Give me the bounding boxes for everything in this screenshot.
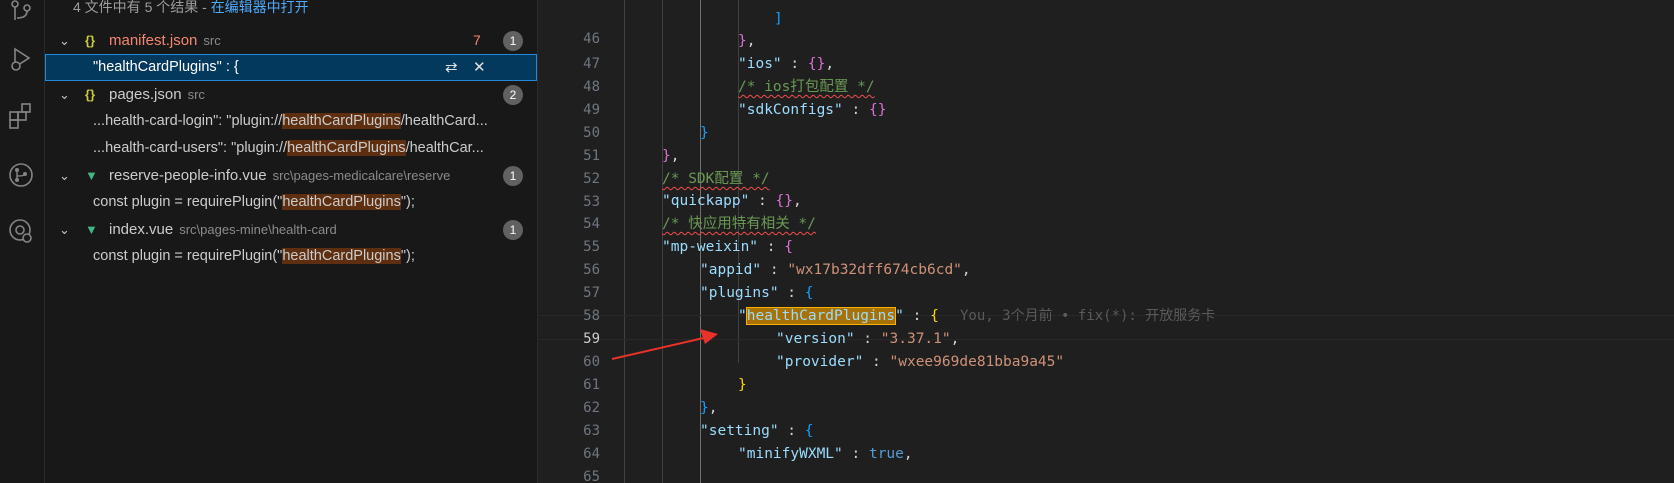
match-row[interactable]: const plugin = requirePlugin("healthCard… [45, 189, 537, 216]
vue-file-icon: ▼ [85, 168, 98, 183]
match-count-badge: 1 [503, 31, 523, 51]
source-control-icon[interactable] [0, 0, 44, 32]
match-count-badge: 2 [503, 85, 523, 105]
json-value: "wx17b32dff674cb6cd" [787, 262, 962, 278]
code-line: 56 "mp-weixin" : { [538, 236, 1674, 278]
json-key: "ios" [738, 56, 782, 72]
chevron-down-icon[interactable]: ⌄ [59, 162, 75, 189]
chevron-down-icon[interactable]: ⌄ [59, 216, 75, 243]
file-result-index-vue[interactable]: ⌄ ▼ index.vue src\pages-mine\health-card … [45, 216, 537, 243]
file-result-reserve-people-info[interactable]: ⌄ ▼ reserve-people-info.vue src\pages-med… [45, 162, 537, 189]
match-highlight: healthCardPlugins [98, 59, 217, 75]
find-match-highlight: healthCardPlugins [745, 307, 897, 325]
json-key: "setting" [700, 423, 779, 439]
code-line: 49 /* ios打包配置 */ [538, 76, 1674, 118]
search-results-panel: 4 文件中有 5 个结果 - 在编辑器中打开 ⌄ {} manifest.jso… [45, 0, 538, 483]
match-row[interactable]: ...health-card-login": "plugin://healthC… [45, 108, 537, 135]
match-row[interactable]: "healthCardPlugins" : { ⇄ ✕ [45, 54, 537, 81]
json-key: "sdkConfigs" [738, 102, 843, 118]
file-path: src [187, 87, 205, 102]
json-key: "version" [776, 331, 855, 347]
code-comment: /* ios打包配置 */ [738, 79, 875, 95]
code-editor[interactable]: 46 ] 47 }, 48 "ios" : {}, 49 /* ios打包配置 … [538, 0, 1674, 483]
match-row[interactable]: ...health-card-users": "plugin://healthC… [45, 135, 537, 162]
file-name: pages.json [109, 86, 182, 103]
problem-count: 7 [473, 32, 481, 48]
run-debug-icon[interactable] [0, 40, 44, 80]
vue-file-icon: ▼ [85, 222, 98, 237]
chevron-down-icon[interactable]: ⌄ [59, 27, 75, 54]
activity-bar [0, 0, 45, 483]
match-prefix: const plugin = requirePlugin(" [93, 248, 283, 264]
match-suffix: " : { [216, 59, 239, 75]
json-key: "minifyWXML" [738, 446, 843, 462]
match-suffix: "); [400, 194, 415, 210]
code-line: 51 } [538, 122, 1674, 164]
json-key: "plugins" [700, 285, 779, 301]
json-value: "wxee969de81bba9a45" [889, 354, 1065, 370]
file-path: src\pages-medicalcare\reserve [272, 168, 451, 183]
match-highlight: healthCardPlugins [282, 113, 401, 129]
annotation-arrow-icon [611, 329, 718, 360]
vscode-window: 4 文件中有 5 个结果 - 在编辑器中打开 ⌄ {} manifest.jso… [0, 0, 1674, 483]
file-path: src\pages-mine\health-card [179, 222, 337, 237]
json-file-icon: {} [85, 87, 96, 102]
code-line: 48 "ios" : {}, [538, 53, 1674, 95]
match-highlight: healthCardPlugins [282, 248, 401, 264]
code-line: 57 "appid" : "wx17b32dff674cb6cd", [538, 259, 1674, 301]
chevron-down-icon[interactable]: ⌄ [59, 81, 75, 108]
git-blame-annotation: You, 3个月前 • fix(*): 开放服务卡 [960, 308, 1216, 324]
file-result-pages[interactable]: ⌄ {} pages.json src 2 [45, 81, 537, 108]
open-in-editor-link[interactable]: 在编辑器中打开 [211, 0, 309, 15]
git-graph-icon[interactable] [0, 156, 44, 196]
json-key: "quickapp" [662, 193, 750, 209]
match-row[interactable]: const plugin = requirePlugin("healthCard… [45, 243, 537, 270]
code-line: 53 /* SDK配置 */ [538, 168, 1674, 210]
json-key: "appid" [700, 262, 762, 278]
search-summary-text: 4 文件中有 5 个结果 - [73, 0, 211, 15]
code-line: 47 }, [538, 30, 1674, 72]
dismiss-icon[interactable]: ✕ [473, 54, 486, 81]
replace-icon[interactable]: ⇄ [445, 54, 458, 81]
json-value: true [868, 446, 904, 462]
json-file-icon: {} [85, 33, 96, 48]
match-prefix: ...health-card-users": "plugin:// [93, 140, 288, 156]
remote-explorer-icon[interactable] [0, 212, 44, 252]
code-line: 58 "plugins" : { [538, 282, 1674, 324]
code-line: 62 } [538, 374, 1674, 416]
code-line: 55 /* 快应用特有相关 */ [538, 213, 1674, 255]
match-highlight: healthCardPlugins [287, 140, 406, 156]
json-key: "mp-weixin" [662, 239, 759, 255]
search-summary: 4 文件中有 5 个结果 - 在编辑器中打开 [73, 0, 309, 17]
match-prefix: const plugin = requirePlugin(" [93, 194, 283, 210]
match-highlight: healthCardPlugins [282, 194, 401, 210]
json-key: "provider" [776, 354, 864, 370]
match-suffix: /healthCar... [405, 140, 484, 156]
file-name: reserve-people-info.vue [109, 167, 267, 184]
code-line: 65 "minifyWXML" : true, [538, 443, 1674, 483]
match-prefix: ...health-card-login": "plugin:// [93, 113, 283, 129]
match-suffix: "); [400, 248, 415, 264]
match-count-badge: 1 [503, 220, 523, 240]
file-name: index.vue [109, 221, 174, 238]
code-line: 50 "sdkConfigs" : {} [538, 99, 1674, 141]
file-result-manifest[interactable]: ⌄ {} manifest.json src 7 1 [45, 27, 537, 54]
code-line: 64 "setting" : { [538, 420, 1674, 462]
file-name: manifest.json [109, 32, 198, 49]
code-line: ] [774, 11, 783, 27]
code-comment: /* 快应用特有相关 */ [662, 216, 816, 232]
code-line: 52 }, [538, 145, 1674, 187]
code-line: 63 }, [538, 397, 1674, 439]
json-value: "3.37.1" [880, 331, 951, 347]
extensions-icon[interactable] [0, 96, 44, 136]
code-comment: /* SDK配置 */ [662, 171, 770, 187]
match-count-badge: 1 [503, 166, 523, 186]
code-line: 54 "quickapp" : {}, [538, 190, 1674, 232]
line-number: 65 [583, 468, 600, 483]
file-path: src [203, 33, 221, 48]
match-suffix: /healthCard... [400, 113, 488, 129]
